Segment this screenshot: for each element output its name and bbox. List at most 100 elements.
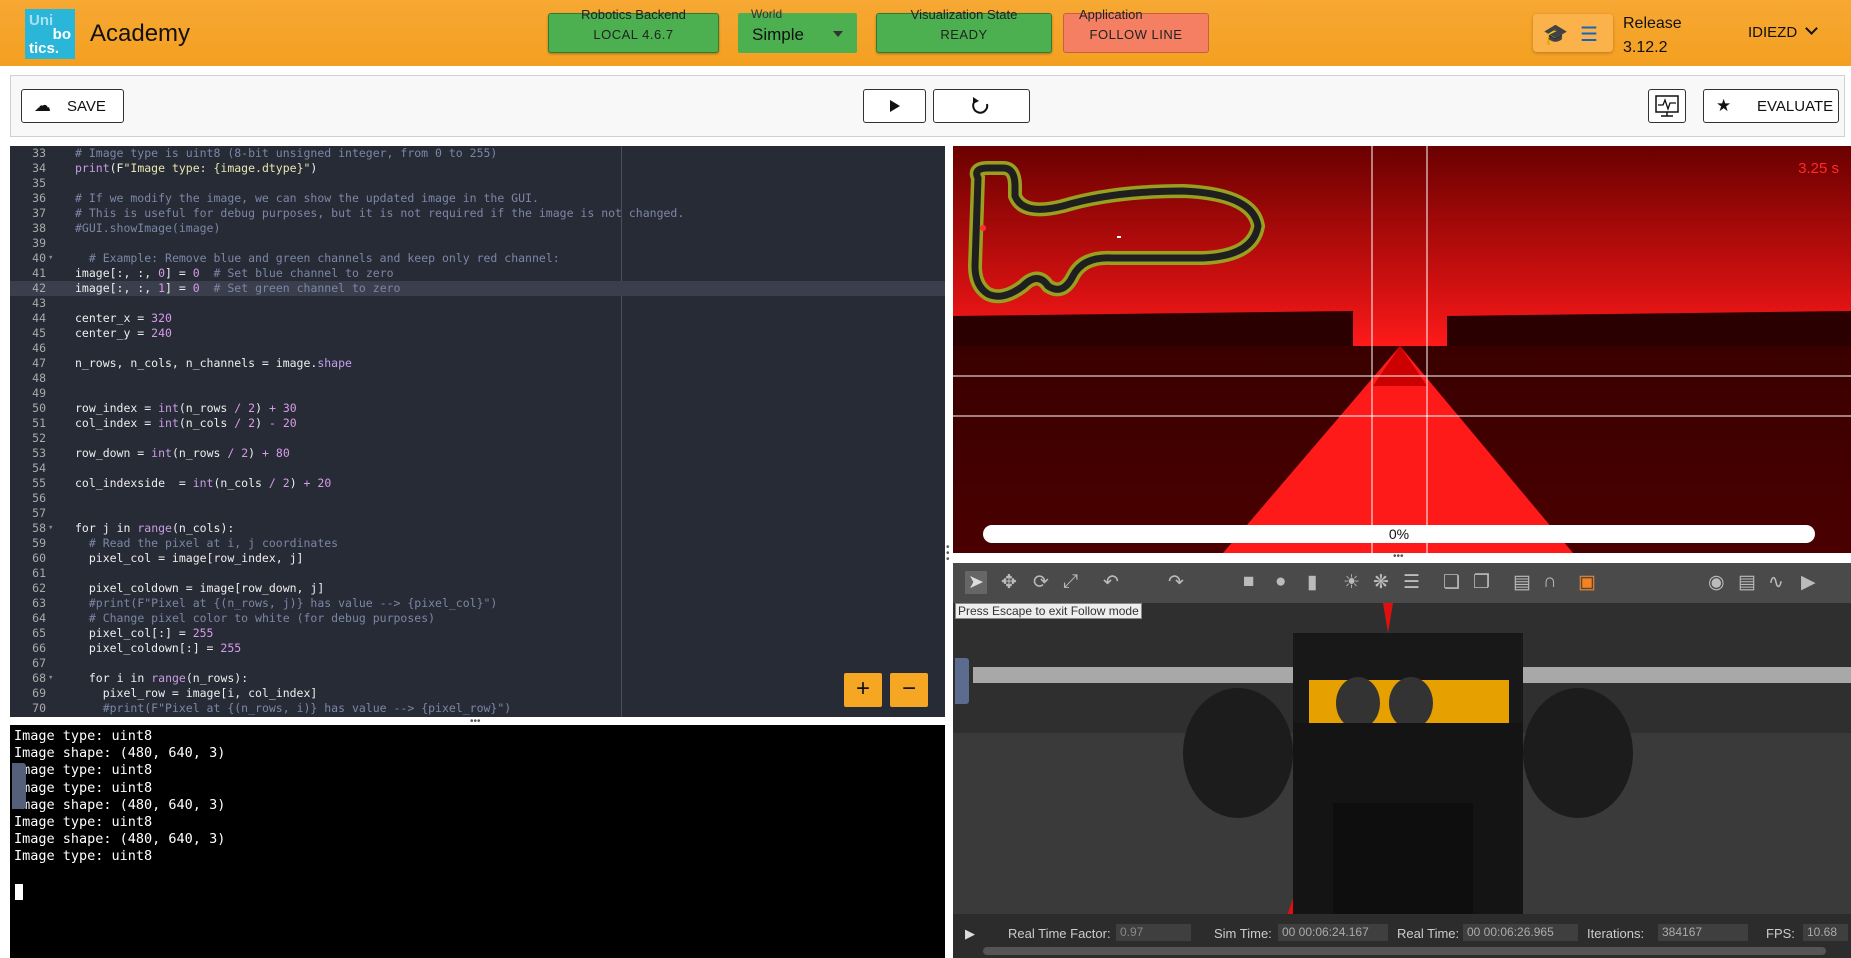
fold-arrow-icon[interactable]: ▾ <box>48 251 53 266</box>
application-button[interactable]: Application FOLLOW LINE <box>1063 7 1209 53</box>
line-number: 47 <box>32 356 46 370</box>
code-line[interactable]: 48 <box>10 371 945 386</box>
follow-mode-hint: Press Escape to exit Follow mode <box>955 603 1142 619</box>
align-icon[interactable]: ▤ <box>1513 571 1531 594</box>
screenshot-icon[interactable]: ◉ <box>1708 571 1725 594</box>
code-line[interactable]: 40 ▾ # Example: Remove blue and green cha… <box>10 251 945 266</box>
code-line[interactable]: 59 # Read the pixel at i, j coordinates <box>10 536 945 551</box>
code-line[interactable]: 61 <box>10 566 945 581</box>
school-icon[interactable]: 🎓 <box>1543 22 1568 47</box>
code-line[interactable]: 57 <box>10 506 945 521</box>
code-line[interactable]: 56 <box>10 491 945 506</box>
chat-icon[interactable]: ☰ <box>1580 22 1598 47</box>
unibotics-logo[interactable]: Uni bo tics. <box>25 9 75 59</box>
code-line[interactable]: 51 col_index = int(n_cols / 2) - 20 <box>10 416 945 431</box>
code-line[interactable]: 42 image[:, :, 1] = 0 # Set green channel… <box>10 281 945 296</box>
visualization-state-button[interactable]: Visualization State READY <box>876 7 1052 53</box>
code-line[interactable]: 39 <box>10 236 945 251</box>
gazebo-side-tab[interactable] <box>955 658 969 704</box>
code-line[interactable]: 68 ▾ for i in range(n_rows): <box>10 671 945 686</box>
redo-icon[interactable]: ↷ <box>1168 571 1184 594</box>
play-pause-icon[interactable]: ▶ <box>965 926 975 942</box>
select-icon[interactable]: ➤ <box>965 571 987 594</box>
log-icon[interactable]: ▤ <box>1738 571 1756 594</box>
undo-icon[interactable]: ↶ <box>1103 571 1119 594</box>
console-line: Image type: uint8 <box>14 762 153 779</box>
sun-light-icon[interactable]: ☀ <box>1343 571 1360 594</box>
code-line[interactable]: 53 row_down = int(n_rows / 2) + 80 <box>10 446 945 461</box>
rotate-icon[interactable]: ⟳ <box>1033 571 1049 594</box>
code-line[interactable]: 49 <box>10 386 945 401</box>
line-number: 64 <box>32 611 46 625</box>
point-light-icon[interactable]: ❋ <box>1373 571 1389 594</box>
world-select[interactable]: World Simple <box>738 7 857 53</box>
reset-icon <box>972 97 989 114</box>
code-line[interactable]: 65 pixel_col[:] = 255 <box>10 626 945 641</box>
code-line[interactable]: 44 center_x = 320 <box>10 311 945 326</box>
code-text: center_y = 240 <box>75 326 172 340</box>
translate-icon[interactable]: ✥ <box>1001 571 1017 594</box>
gazebo-view[interactable]: ➤ ✥ ⟳ ⤢ ↶ ↷ ■ ● ▮ ☀ ❋ ☰ ❏ ❐ ▤ ∩ ▣ ◉ ▤ ∿ … <box>953 563 1851 958</box>
zoom-in-button[interactable]: + <box>844 673 882 707</box>
code-line[interactable]: 70 #print(F"Pixel at {(n_rows, i)} has v… <box>10 701 945 716</box>
reset-button[interactable] <box>933 89 1030 123</box>
code-line[interactable]: 69 pixel_row = image[i, col_index] <box>10 686 945 701</box>
code-line[interactable]: 54 <box>10 461 945 476</box>
snap-icon[interactable]: ∩ <box>1543 571 1557 593</box>
evaluate-button[interactable]: ★ EVALUATE <box>1703 89 1839 123</box>
code-line[interactable]: 37 # This is useful for debug purposes, b… <box>10 206 945 221</box>
code-line[interactable]: 45 center_y = 240 <box>10 326 945 341</box>
sim-time-label: Sim Time: <box>1214 926 1272 941</box>
code-line[interactable]: 63 #print(F"Pixel at {(n_rows, j)} has v… <box>10 596 945 611</box>
fold-arrow-icon[interactable]: ▾ <box>48 521 53 536</box>
gazebo-scrollbar[interactable] <box>983 947 1826 955</box>
code-line[interactable]: 41 image[:, :, 0] = 0 # Set blue channel … <box>10 266 945 281</box>
copy-icon[interactable]: ❏ <box>1443 571 1460 594</box>
code-line[interactable]: 58 ▾ for j in range(n_cols): <box>10 521 945 536</box>
fold-arrow-icon[interactable]: ▾ <box>48 671 53 686</box>
code-line[interactable]: 50 row_index = int(n_rows / 2) + 30 <box>10 401 945 416</box>
view-angle-icon[interactable]: ▣ <box>1578 571 1596 594</box>
code-text: # If we modify the image, we can show th… <box>75 191 539 205</box>
code-line[interactable]: 67 <box>10 656 945 671</box>
zoom-out-button[interactable]: − <box>890 673 928 707</box>
code-line[interactable]: 62 pixel_coldown = image[row_down, j] <box>10 581 945 596</box>
code-line[interactable]: 55 col_indexside = int(n_cols / 2) + 20 <box>10 476 945 491</box>
line-number: 39 <box>32 236 46 250</box>
code-line[interactable]: 34 print(F"Image type: {image.dtype}") <box>10 161 945 176</box>
code-line[interactable]: 60 pixel_col = image[row_index, j] <box>10 551 945 566</box>
monitor-button[interactable] <box>1648 89 1686 123</box>
sphere-icon[interactable]: ● <box>1275 571 1286 593</box>
app-title: Academy <box>90 20 191 47</box>
console-output[interactable]: Image type: uint8 Image shape: (480, 640,… <box>10 725 945 958</box>
code-line[interactable]: 43 <box>10 296 945 311</box>
code-line[interactable]: 66 pixel_coldown[:] = 255 <box>10 641 945 656</box>
console-side-tab[interactable] <box>12 763 26 809</box>
vertical-splitter[interactable]: • • • <box>946 543 950 565</box>
robotics-backend-button[interactable]: Robotics Backend LOCAL 4.6.7 <box>548 7 719 53</box>
code-line[interactable]: 33 # Image type is uint8 (8-bit unsigned … <box>10 146 945 161</box>
code-line[interactable]: 38 #GUI.showImage(image) <box>10 221 945 236</box>
plot-icon[interactable]: ∿ <box>1768 571 1784 594</box>
code-line[interactable]: 47 n_rows, n_cols, n_channels = image.sha… <box>10 356 945 371</box>
code-line[interactable]: 36 # If we modify the image, we can show … <box>10 191 945 206</box>
save-button[interactable]: ☁ SAVE <box>21 89 124 123</box>
line-number: 35 <box>32 176 46 190</box>
user-menu[interactable]: IDIEZD <box>1748 22 1819 41</box>
world-value: Simple <box>752 25 804 44</box>
code-editor[interactable]: 33 # Image type is uint8 (8-bit unsigned … <box>10 146 945 717</box>
scale-icon[interactable]: ⤢ <box>1063 571 1078 593</box>
top-header: Uni bo tics. Academy Robotics Backend LO… <box>0 0 1851 66</box>
line-number: 60 <box>32 551 46 565</box>
code-line[interactable]: 52 <box>10 431 945 446</box>
video-record-icon[interactable]: ▶ <box>1801 571 1816 594</box>
code-line[interactable]: 64 # Change pixel color to white (for de… <box>10 611 945 626</box>
paste-icon[interactable]: ❐ <box>1473 571 1490 594</box>
code-line[interactable]: 46 <box>10 341 945 356</box>
box-icon[interactable]: ■ <box>1243 571 1254 593</box>
camera-gazebo-splitter[interactable]: ••• <box>1393 551 1404 562</box>
spot-light-icon[interactable]: ☰ <box>1403 571 1420 594</box>
code-line[interactable]: 35 <box>10 176 945 191</box>
cylinder-icon[interactable]: ▮ <box>1307 571 1317 594</box>
play-button[interactable] <box>863 89 926 123</box>
